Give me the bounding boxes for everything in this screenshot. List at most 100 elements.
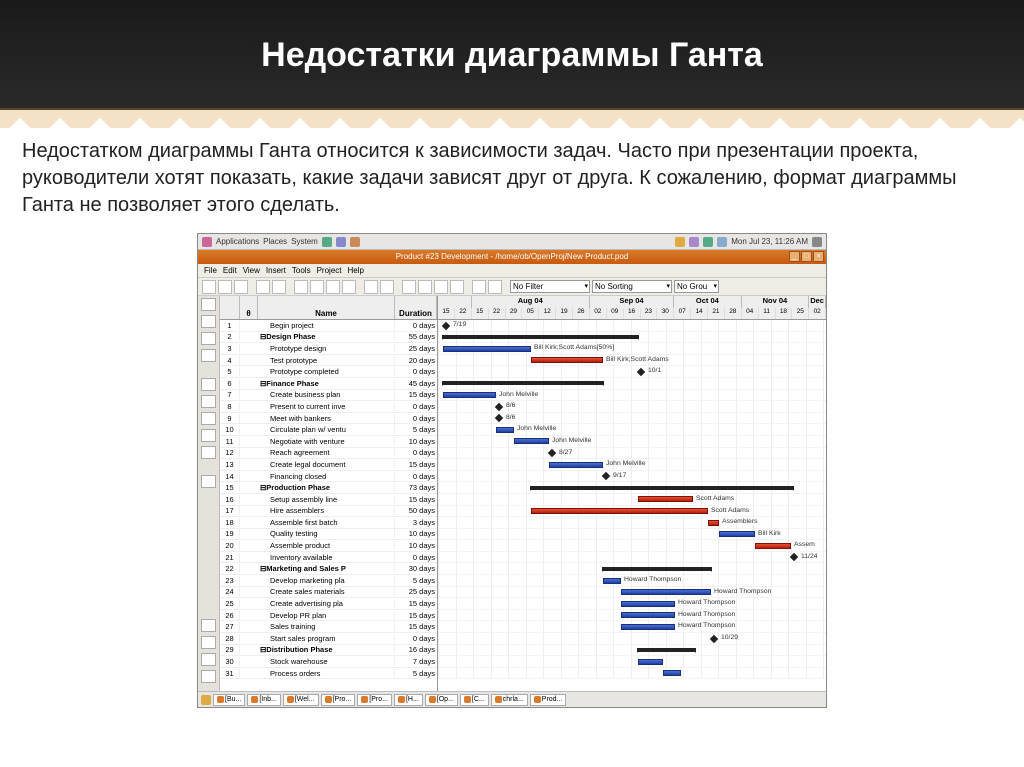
gantt-row[interactable]: 11/24: [438, 552, 826, 564]
task-bar[interactable]: [443, 346, 531, 352]
tray-icon[interactable]: [350, 237, 360, 247]
table-row[interactable]: 21Inventory available0 days: [220, 552, 437, 564]
table-row[interactable]: 19Quality testing10 days: [220, 529, 437, 541]
table-row[interactable]: 3Prototype design25 days: [220, 343, 437, 355]
view-icon[interactable]: [201, 412, 216, 425]
toolbar-button[interactable]: [294, 280, 308, 294]
col-name[interactable]: Name: [258, 296, 395, 319]
gantt-row[interactable]: Howard Thompson: [438, 587, 826, 599]
gnome-panel[interactable]: Applications Places System Mon Jul 23, 1…: [198, 234, 826, 250]
col-duration[interactable]: Duration: [395, 296, 437, 319]
gnome-menu-places[interactable]: Places: [263, 237, 287, 246]
gantt-row[interactable]: Howard Thompson: [438, 621, 826, 633]
gantt-row[interactable]: [438, 563, 826, 575]
toolbar-button[interactable]: [342, 280, 356, 294]
toolbar-button[interactable]: [234, 280, 248, 294]
gantt-row[interactable]: Howard Thompson: [438, 610, 826, 622]
view-icon[interactable]: [201, 475, 216, 488]
table-row[interactable]: 22⊟Marketing and Sales P30 days: [220, 563, 437, 575]
tray-icon[interactable]: [689, 237, 699, 247]
view-icon[interactable]: [201, 378, 216, 391]
table-row[interactable]: 6⊟Finance Phase45 days: [220, 378, 437, 390]
view-icon[interactable]: [201, 670, 216, 683]
menu-tools[interactable]: Tools: [292, 266, 311, 275]
sorting-combo[interactable]: No Sorting: [592, 280, 672, 293]
table-row[interactable]: 20Assemble product10 days: [220, 540, 437, 552]
taskbar-item[interactable]: [H...: [394, 694, 423, 706]
table-row[interactable]: 15⊟Production Phase73 days: [220, 482, 437, 494]
table-row[interactable]: 23Develop marketing pla5 days: [220, 575, 437, 587]
gantt-row[interactable]: 9/17: [438, 471, 826, 483]
table-row[interactable]: 14Financing closed0 days: [220, 471, 437, 483]
task-bar[interactable]: [621, 624, 675, 630]
table-row[interactable]: 27Sales training15 days: [220, 621, 437, 633]
gantt-row[interactable]: Bill Kirk;Scott Adams[50%]: [438, 343, 826, 355]
gnome-menu-applications[interactable]: Applications: [216, 237, 259, 246]
toolbar-button[interactable]: [434, 280, 448, 294]
gantt-row[interactable]: Howard Thompson: [438, 575, 826, 587]
menu-view[interactable]: View: [243, 266, 260, 275]
gantt-row[interactable]: 8/27: [438, 448, 826, 460]
task-bar[interactable]: [531, 486, 793, 490]
menu-project[interactable]: Project: [317, 266, 342, 275]
menu-file[interactable]: File: [204, 266, 217, 275]
toolbar-button[interactable]: [402, 280, 416, 294]
task-bar[interactable]: [443, 392, 496, 398]
task-bar[interactable]: [443, 335, 638, 339]
gantt-row[interactable]: 7/19: [438, 320, 826, 332]
task-bar[interactable]: [443, 381, 603, 385]
task-bar[interactable]: [663, 670, 681, 676]
task-bar[interactable]: [549, 462, 603, 468]
gantt-row[interactable]: Assem: [438, 540, 826, 552]
menubar[interactable]: File Edit View Insert Tools Project Help: [198, 264, 826, 278]
taskbar-item[interactable]: [Wel...: [283, 694, 319, 706]
ubuntu-logo-icon[interactable]: [202, 237, 212, 247]
show-desktop-icon[interactable]: [201, 695, 211, 705]
table-row[interactable]: 8Present to current inve0 days: [220, 401, 437, 413]
toolbar-button[interactable]: [418, 280, 432, 294]
task-bar[interactable]: [638, 496, 693, 502]
table-row[interactable]: 7Create business plan15 days: [220, 390, 437, 402]
gantt-row[interactable]: Bill Kirk: [438, 529, 826, 541]
toolbar-button[interactable]: [272, 280, 286, 294]
table-row[interactable]: 13Create legal document15 days: [220, 459, 437, 471]
gantt-row[interactable]: John Melville: [438, 424, 826, 436]
gantt-row[interactable]: 10/1: [438, 366, 826, 378]
taskbar-item[interactable]: [Pro...: [357, 694, 392, 706]
gantt-row[interactable]: [438, 668, 826, 680]
view-icon[interactable]: [201, 349, 216, 362]
gantt-row[interactable]: John Melville: [438, 390, 826, 402]
taskbar-item[interactable]: [Pro...: [321, 694, 356, 706]
table-row[interactable]: 17Hire assemblers50 days: [220, 506, 437, 518]
gantt-row[interactable]: 10/29: [438, 633, 826, 645]
table-row[interactable]: 25Create advertising pla15 days: [220, 598, 437, 610]
toolbar-button[interactable]: [202, 280, 216, 294]
menu-edit[interactable]: Edit: [223, 266, 237, 275]
tray-icon[interactable]: [675, 237, 685, 247]
task-bar[interactable]: [603, 567, 711, 571]
menu-help[interactable]: Help: [348, 266, 364, 275]
table-row[interactable]: 12Reach agreement0 days: [220, 448, 437, 460]
task-bar[interactable]: [621, 601, 675, 607]
task-bar[interactable]: [621, 612, 675, 618]
view-icon[interactable]: [201, 332, 216, 345]
table-row[interactable]: 1Begin project0 days: [220, 320, 437, 332]
col-number[interactable]: [220, 296, 240, 319]
view-icon[interactable]: [201, 395, 216, 408]
tray-icon[interactable]: [322, 237, 332, 247]
toolbar-button[interactable]: [380, 280, 394, 294]
table-row[interactable]: 4Test prototype20 days: [220, 355, 437, 367]
view-icon[interactable]: [201, 446, 216, 459]
view-icon[interactable]: [201, 653, 216, 666]
gantt-row[interactable]: John Melville: [438, 436, 826, 448]
gantt-body[interactable]: 7/19 Bill Kirk;Scott Adams[50%]Bill Kirk;…: [438, 320, 826, 679]
filter-combo[interactable]: No Filter: [510, 280, 590, 293]
maximize-button[interactable]: □: [801, 251, 812, 262]
gantt-row[interactable]: Bill Kirk;Scott Adams: [438, 355, 826, 367]
table-row[interactable]: 18Assemble first batch3 days: [220, 517, 437, 529]
tray-icon[interactable]: [703, 237, 713, 247]
taskbar-item[interactable]: [Op...: [425, 694, 458, 706]
table-row[interactable]: 28Start sales program0 days: [220, 633, 437, 645]
gantt-row[interactable]: [438, 656, 826, 668]
close-button[interactable]: ×: [813, 251, 824, 262]
